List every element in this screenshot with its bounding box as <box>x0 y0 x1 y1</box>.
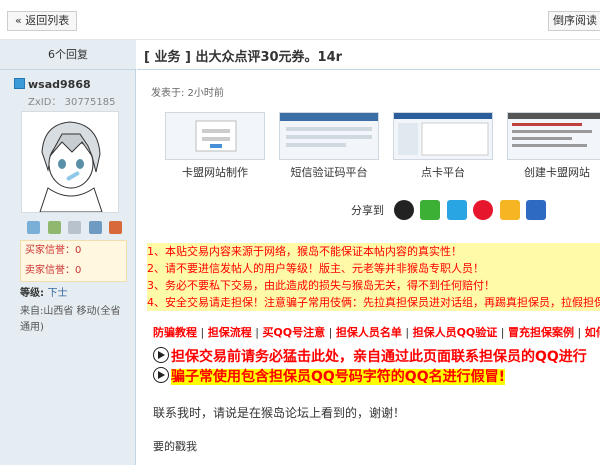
link-escrow-verify[interactable]: 担保人员QQ验证 <box>413 326 498 339</box>
warning-text: 骗子常使用包含担保员QQ号码字符的QQ名进行假冒! <box>171 369 505 385</box>
qq-contact-icon[interactable] <box>109 221 122 234</box>
reply-count: 6个回复 <box>0 40 136 70</box>
ad-thumb-image <box>393 112 493 160</box>
ad-thumb-label[interactable]: 点卡平台 <box>393 164 493 180</box>
arrow-icon <box>153 347 169 363</box>
ad-thumb-label[interactable]: 短信验证码平台 <box>279 164 379 180</box>
link-anti-fraud[interactable]: 防骗教程 <box>153 326 197 339</box>
user-icon <box>14 78 25 89</box>
author-level: 等级: 下士 <box>20 284 67 299</box>
message-icon[interactable] <box>27 221 40 234</box>
add-friend-icon[interactable] <box>47 221 61 234</box>
weibo-icon[interactable] <box>473 200 493 220</box>
link-fake-cases[interactable]: 冒充担保案例 <box>508 326 574 339</box>
top-bar: « 返回列表 倒序阅读 <box>0 0 600 40</box>
safety-links: 防骗教程 | 担保流程 | 买QQ号注意 | 担保人员名单 | 担保人员QQ验证… <box>153 324 600 340</box>
separator: | <box>405 326 410 339</box>
ad-thumb[interactable]: 短信验证码平台 <box>279 112 379 180</box>
escrow-warning: 担保交易前请务必猛击此处，亲自通过此页面联系担保员的QQ进行 骗子常使用包含担保… <box>153 347 600 387</box>
avatar[interactable] <box>21 111 119 213</box>
author-zxid: ZxID： 30775185 <box>28 97 116 108</box>
topics-icon[interactable] <box>88 221 102 234</box>
safety-notice: 1、本贴交易内容来源于网络，猴岛不能保证本帖内容的真实性！ 2、请不要进信发帖人… <box>147 243 600 311</box>
qzone-icon[interactable] <box>446 200 467 220</box>
ad-thumb-image <box>279 112 379 160</box>
ad-thumbnails: 卡盟网站制作 短信验证码平台 点卡平台 创建卡盟网站 <box>165 112 600 180</box>
back-to-list-button[interactable]: « 返回列表 <box>7 11 78 31</box>
notice-line: 1、本贴交易内容来源于网络，猴岛不能保证本帖内容的真实性！ <box>147 245 462 258</box>
link-escrow-process[interactable]: 担保流程 <box>208 326 252 339</box>
notice-line: 2、请不要进信发帖人的用户等级！版主、元老等并非猴岛专职人员！ <box>147 262 484 275</box>
title-bar: [ 业务 ] 出大众点评30元券。14r <box>137 40 600 70</box>
ad-thumb-image <box>165 112 265 160</box>
ad-thumb-label[interactable]: 卡盟网站制作 <box>165 164 265 180</box>
author-sidebar: 6个回复 wsad9868 ZxID： 30775185 买家信誉：0 卖家信誉… <box>0 40 136 465</box>
share-bar: 分享到 <box>351 200 549 220</box>
wechat-icon[interactable] <box>420 200 440 220</box>
arrow-icon <box>153 367 169 383</box>
page-title: [ 业务 ] 出大众点评30元券。14r <box>144 50 343 65</box>
ad-thumb[interactable]: 创建卡盟网站 <box>507 112 600 180</box>
ad-thumb[interactable]: 卡盟网站制作 <box>165 112 265 180</box>
level-label: 等级: <box>20 288 44 299</box>
separator: | <box>255 326 259 339</box>
link-escrow-list[interactable]: 担保人员名单 <box>336 326 402 339</box>
link-buy-qq[interactable]: 买QQ号注意 <box>262 326 325 339</box>
author-location: 来自:山西省 移动(全省通用) <box>20 306 121 333</box>
author-name-row[interactable]: wsad9868 <box>14 78 91 91</box>
ad-thumb[interactable]: 点卡平台 <box>393 112 493 180</box>
notice-line: 3、务必不要私下交易，由此造成的损失与猴岛无关，得不到任何赔付！ <box>147 279 495 292</box>
star-icon[interactable] <box>499 200 520 220</box>
link-howto[interactable]: 如何 <box>585 326 600 339</box>
contact-note: 联系我时，请说是在猴岛论坛上看到的，谢谢！ <box>153 406 406 420</box>
post-content: [ 业务 ] 出大众点评30元券。14r 发表于: 2小时前 卡盟网站制作 短信… <box>137 40 600 465</box>
separator: | <box>200 326 205 339</box>
signature-link[interactable]: 要的戳我 <box>153 438 197 454</box>
profile-icon[interactable] <box>68 221 81 234</box>
warning-line[interactable]: 担保交易前请务必猛击此处，亲自通过此页面联系担保员的QQ进行 <box>153 347 600 367</box>
seller-credit: 卖家信誉：0 <box>25 265 82 276</box>
credit-box: 买家信誉：0 卖家信誉：0 <box>20 240 127 282</box>
author-name[interactable]: wsad9868 <box>28 78 91 91</box>
separator: | <box>500 326 505 339</box>
avatar-image <box>22 112 118 213</box>
author-actions <box>27 221 126 237</box>
separator: | <box>328 326 333 339</box>
notice-line: 4、安全交易请走担保！注意骗子常用伎俩：先拉真担保员进对话组，再踢真担保员，拉假… <box>147 296 600 309</box>
qq-icon[interactable] <box>393 200 414 220</box>
warning-text[interactable]: 担保交易前请务必猛击此处，亲自通过此页面联系担保员的QQ进行 <box>171 349 587 365</box>
share-label: 分享到 <box>351 204 384 217</box>
reverse-order-button[interactable]: 倒序阅读 <box>548 11 600 31</box>
tieba-icon[interactable] <box>526 200 546 220</box>
ad-thumb-image <box>507 112 600 160</box>
buyer-credit: 买家信誉：0 <box>25 245 82 256</box>
warning-line: 骗子常使用包含担保员QQ号码字符的QQ名进行假冒! <box>153 367 600 387</box>
post-time: 发表于: 2小时前 <box>151 88 224 99</box>
ad-thumb-label[interactable]: 创建卡盟网站 <box>507 164 600 180</box>
separator: | <box>577 326 582 339</box>
level-value: 下士 <box>47 288 68 299</box>
